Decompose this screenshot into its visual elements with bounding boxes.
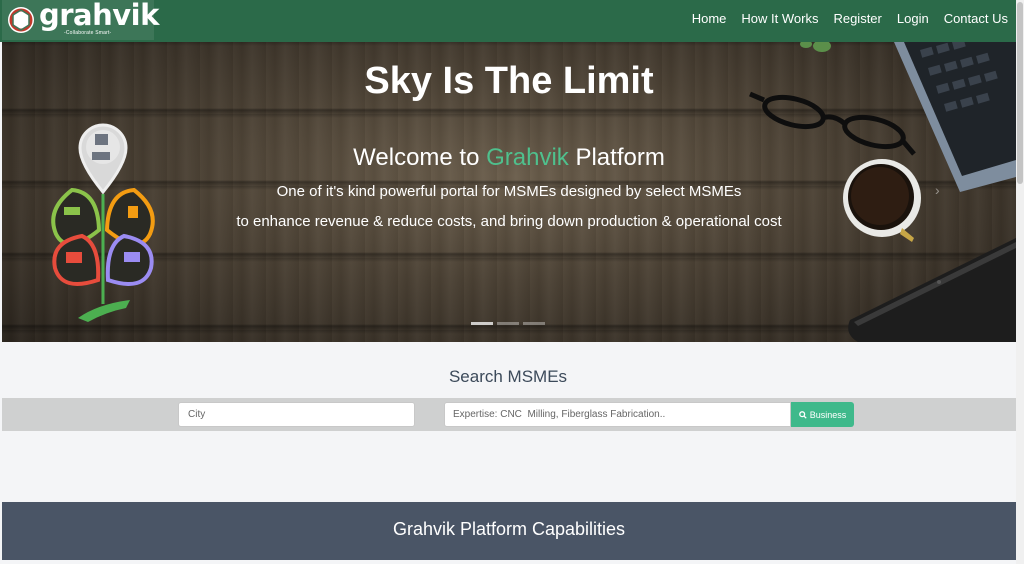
search-business-button[interactable]: Business [791, 402, 854, 427]
grahvik-logo-icon [8, 7, 34, 33]
nav-how-it-works[interactable]: How It Works [741, 11, 818, 26]
carousel-indicators [471, 322, 549, 325]
search-bar: Business [2, 398, 1016, 431]
nav-home[interactable]: Home [692, 11, 727, 26]
carousel-indicator-3[interactable] [523, 322, 545, 325]
city-input[interactable] [178, 402, 415, 427]
nav-login[interactable]: Login [897, 11, 929, 26]
carousel-indicator-2[interactable] [497, 322, 519, 325]
plant-image [800, 42, 831, 52]
page-scrollbar[interactable] [1016, 0, 1024, 564]
hero-description-line-1: One of it's kind powerful portal for MSM… [276, 183, 742, 200]
top-navbar: grahvik -Collaborate Smart- Home How It … [0, 0, 1024, 42]
brand-name: grahvik [39, 0, 159, 32]
welcome-prefix: Welcome to [353, 144, 487, 171]
nav-links: Home How It Works Register Login Contact… [677, 11, 1008, 26]
scrollbar-thumb[interactable] [1017, 2, 1023, 184]
hero-welcome: Welcome to Grahvik Platform [2, 144, 1016, 172]
search-heading: Search MSMEs [448, 367, 568, 386]
welcome-suffix: Platform [568, 144, 665, 171]
brand-logo[interactable]: grahvik -Collaborate Smart- [2, 0, 159, 40]
carousel-indicator-1[interactable] [471, 322, 493, 325]
nav-contact-us[interactable]: Contact Us [944, 11, 1008, 26]
hero-title: Sky Is The Limit [364, 60, 654, 102]
nav-register[interactable]: Register [833, 11, 881, 26]
capabilities-section: Grahvik Platform Capabilities [2, 502, 1016, 560]
hero-carousel: Sky Is The Limit Welcome to Grahvik Plat… [2, 42, 1016, 342]
capabilities-title: Grahvik Platform Capabilities [392, 519, 626, 539]
tablet-image [848, 238, 1016, 342]
hero-description-line-2: to enhance revenue & reduce costs, and b… [236, 213, 782, 230]
search-icon [798, 410, 807, 419]
brand-tagline: -Collaborate Smart- [64, 30, 112, 36]
expertise-input[interactable] [444, 402, 791, 427]
welcome-brand: Grahvik [486, 144, 569, 171]
carousel-next-arrow-icon[interactable]: › [935, 182, 940, 198]
search-business-label: Business [809, 409, 847, 420]
